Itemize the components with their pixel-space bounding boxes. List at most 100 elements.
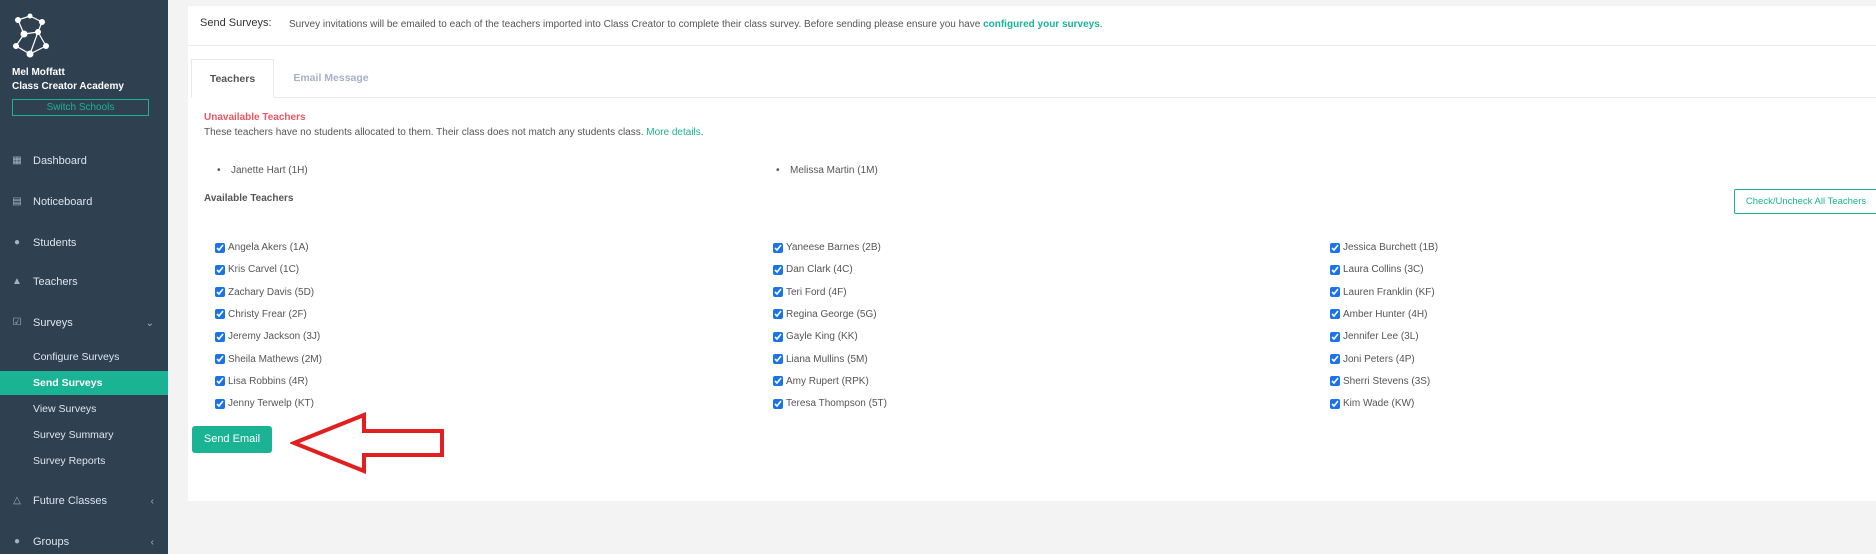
- teacher-checkbox-item[interactable]: Angela Akers (1A): [215, 242, 309, 253]
- more-details-link[interactable]: More details: [646, 127, 700, 138]
- nav-noticeboard[interactable]: ▤ Noticeboard: [0, 190, 168, 214]
- teacher-checkbox-item[interactable]: Amber Hunter (4H): [1330, 309, 1427, 320]
- teacher-checkbox-item[interactable]: Lisa Robbins (4R): [215, 376, 308, 387]
- teacher-checkbox-item[interactable]: Jenny Terwelp (KT): [215, 398, 314, 409]
- tab-teachers[interactable]: Teachers: [191, 59, 274, 98]
- page-title: Send Surveys:: [200, 17, 272, 29]
- teacher-name: Gayle King (KK): [786, 331, 858, 343]
- teacher-name: Yaneese Barnes (2B): [786, 242, 881, 253]
- teacher-checkbox[interactable]: [1330, 376, 1340, 387]
- teacher-checkbox-item[interactable]: Zachary Davis (5D): [215, 287, 314, 298]
- list-item: Janette Hart (1H): [217, 165, 308, 176]
- teacher-checkbox-item[interactable]: Joni Peters (4P): [1330, 354, 1415, 365]
- teacher-checkbox-item[interactable]: Sherri Stevens (3S): [1330, 376, 1430, 387]
- teacher-checkbox[interactable]: [215, 264, 225, 275]
- teacher-checkbox[interactable]: [1330, 242, 1340, 253]
- teacher-checkbox-item[interactable]: Amy Rupert (RPK): [773, 376, 869, 387]
- sub-configure-surveys[interactable]: Configure Surveys: [0, 345, 168, 369]
- nav-label: Future Classes: [33, 495, 107, 507]
- header-description-suffix: .: [1099, 19, 1103, 30]
- teacher-checkbox[interactable]: [215, 398, 225, 409]
- nav-future-classes[interactable]: △ Future Classes ‹: [0, 489, 168, 513]
- teacher-checkbox-item[interactable]: Dan Clark (4C): [773, 264, 853, 275]
- user-name: Mel Moffatt: [12, 67, 65, 78]
- teacher-checkbox[interactable]: [773, 331, 783, 342]
- teacher-name: Joni Peters (4P): [1343, 353, 1415, 365]
- teacher-checkbox-item[interactable]: Teresa Thompson (5T): [773, 398, 887, 409]
- teacher-checkbox[interactable]: [215, 242, 225, 253]
- sub-survey-reports[interactable]: Survey Reports: [0, 449, 168, 473]
- flask-icon: △: [13, 495, 21, 506]
- tab-email-message[interactable]: Email Message: [286, 59, 376, 98]
- teacher-checkbox-item[interactable]: Laura Collins (3C): [1330, 264, 1424, 275]
- teacher-name: Lauren Franklin (KF): [1343, 286, 1435, 298]
- teacher-checkbox-item[interactable]: Lauren Franklin (KF): [1330, 287, 1435, 298]
- teacher-checkbox-item[interactable]: Jessica Burchett (1B): [1330, 242, 1438, 253]
- teacher-name: Lisa Robbins (4R): [228, 375, 309, 387]
- teacher-name: Jennifer Lee (3L): [1343, 331, 1419, 343]
- teacher-checkbox-item[interactable]: Christy Frear (2F): [215, 309, 307, 320]
- teacher-name: Dan Clark (4C): [786, 264, 853, 276]
- teacher-checkbox[interactable]: [773, 354, 783, 364]
- teacher-checkbox[interactable]: [1330, 264, 1340, 275]
- available-teachers-title: Available Teachers: [204, 193, 294, 204]
- teacher-name: Amy Rupert (RPK): [786, 375, 869, 387]
- nav-surveys[interactable]: ☑ Surveys ⌄: [0, 311, 168, 335]
- teacher-checkbox[interactable]: [215, 287, 225, 298]
- nav-teachers[interactable]: ▲ Teachers: [0, 270, 168, 294]
- teacher-name: Sherri Stevens (3S): [1343, 375, 1431, 387]
- nav-students[interactable]: ● Students: [0, 231, 168, 255]
- sub-view-surveys[interactable]: View Surveys: [0, 397, 168, 421]
- nav-label: Noticeboard: [33, 196, 93, 208]
- teacher-checkbox[interactable]: [773, 376, 783, 387]
- nav-dashboard[interactable]: ▦ Dashboard: [0, 149, 168, 173]
- check-square-icon: ☑: [12, 317, 22, 328]
- chevron-down-icon: ⌄: [145, 317, 154, 329]
- teacher-name: Liana Mullins (5M): [786, 353, 868, 365]
- teacher-checkbox[interactable]: [215, 354, 225, 364]
- teacher-checkbox-item[interactable]: Regina George (5G): [773, 309, 877, 320]
- teacher-checkbox-item[interactable]: Liana Mullins (5M): [773, 354, 868, 365]
- nav-groups[interactable]: ● Groups ‹: [0, 530, 168, 554]
- unavailable-description-text: These teachers have no students allocate…: [204, 127, 644, 138]
- teacher-checkbox[interactable]: [215, 331, 225, 342]
- teacher-checkbox-item[interactable]: Yaneese Barnes (2B): [773, 242, 881, 253]
- teacher-checkbox[interactable]: [215, 309, 225, 320]
- teacher-checkbox[interactable]: [1330, 398, 1340, 409]
- teacher-checkbox[interactable]: [1330, 309, 1340, 320]
- sub-survey-summary[interactable]: Survey Summary: [0, 423, 168, 447]
- teacher-checkbox-item[interactable]: Kim Wade (KW): [1330, 398, 1414, 409]
- logo-icon: [13, 13, 49, 58]
- header-description: Survey invitations will be emailed to ea…: [289, 19, 1103, 30]
- teacher-checkbox[interactable]: [773, 264, 783, 275]
- nav-label: Groups: [33, 536, 70, 548]
- sidebar: Mel Moffatt Class Creator Academy Switch…: [0, 0, 168, 554]
- teacher-checkbox[interactable]: [773, 309, 783, 320]
- teacher-checkbox[interactable]: [215, 376, 225, 387]
- check-uncheck-all-button[interactable]: Check/Uncheck All Teachers: [1734, 189, 1876, 214]
- header-description-text: Survey invitations will be emailed to ea…: [289, 19, 981, 30]
- unavailable-teachers-title: Unavailable Teachers: [204, 112, 306, 123]
- teacher-checkbox-item[interactable]: Gayle King (KK): [773, 331, 858, 342]
- teacher-checkbox-item[interactable]: Jennifer Lee (3L): [1330, 331, 1419, 342]
- chevron-left-icon: ‹: [150, 495, 154, 507]
- teacher-checkbox[interactable]: [773, 242, 783, 253]
- send-email-button[interactable]: Send Email: [192, 426, 272, 453]
- teacher-name: Jeremy Jackson (3J): [228, 331, 321, 343]
- teacher-name: Christy Frear (2F): [228, 308, 307, 320]
- teacher-checkbox-item[interactable]: Kris Carvel (1C): [215, 264, 299, 275]
- teacher-checkbox-item[interactable]: Sheila Mathews (2M): [215, 354, 322, 365]
- teacher-checkbox[interactable]: [773, 287, 783, 298]
- teacher-checkbox-item[interactable]: Teri Ford (4F): [773, 287, 847, 298]
- switch-schools-button[interactable]: Switch Schools: [12, 99, 149, 116]
- groups-icon: ●: [13, 536, 21, 547]
- nav-label: Surveys: [33, 317, 73, 329]
- teacher-checkbox[interactable]: [1330, 354, 1340, 364]
- teacher-checkbox[interactable]: [1330, 287, 1340, 298]
- configured-surveys-link[interactable]: configured your surveys: [983, 19, 1100, 30]
- teacher-checkbox[interactable]: [1330, 331, 1340, 342]
- teacher-checkbox-item[interactable]: Jeremy Jackson (3J): [215, 331, 320, 342]
- teacher-name: Kris Carvel (1C): [228, 264, 300, 276]
- teacher-checkbox[interactable]: [773, 398, 783, 409]
- sub-send-surveys[interactable]: Send Surveys: [0, 371, 168, 395]
